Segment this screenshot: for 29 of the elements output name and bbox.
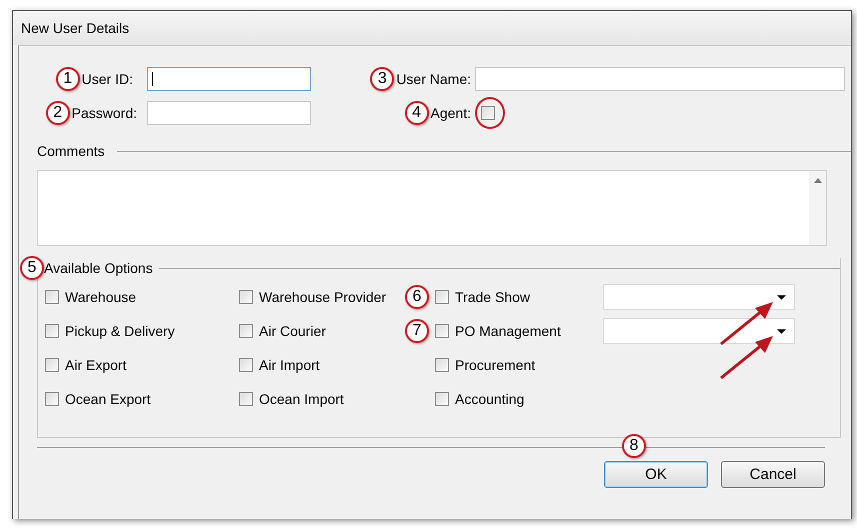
step-marker: 5 bbox=[20, 256, 44, 280]
option-label: Ocean Export bbox=[65, 391, 151, 407]
step-marker: 8 bbox=[622, 434, 646, 458]
step-marker: 3 bbox=[370, 67, 394, 91]
group-label: Available Options bbox=[44, 260, 153, 276]
step-marker: 6 bbox=[405, 285, 429, 309]
option-label: Air Import bbox=[259, 357, 320, 373]
option-label: Pickup & Delivery bbox=[65, 323, 175, 339]
step-marker: 1 bbox=[56, 67, 80, 91]
option-label: Air Export bbox=[65, 357, 126, 373]
option-label: Air Courier bbox=[259, 323, 326, 339]
step-marker: 2 bbox=[46, 101, 70, 125]
option-label: Ocean Import bbox=[259, 391, 344, 407]
field-label: User ID: bbox=[82, 71, 133, 87]
option-label: Warehouse bbox=[65, 289, 136, 305]
window-title: New User Details bbox=[21, 20, 130, 36]
option-label: Accounting bbox=[455, 391, 524, 407]
option-label: PO Management bbox=[455, 323, 561, 339]
comments-label: Comments bbox=[37, 143, 105, 159]
field-label: Password: bbox=[72, 105, 137, 121]
option-label: Procurement bbox=[455, 357, 536, 373]
field-label: User Name: bbox=[396, 71, 471, 87]
option-label: Trade Show bbox=[455, 289, 530, 305]
step-marker: 4 bbox=[404, 101, 429, 125]
option-label: Warehouse Provider bbox=[259, 289, 386, 305]
dialog-button[interactable]: OK bbox=[604, 461, 708, 488]
dialog-button[interactable]: Cancel bbox=[721, 461, 825, 488]
step-marker: 7 bbox=[405, 319, 429, 343]
field-label: Agent: bbox=[430, 105, 471, 121]
